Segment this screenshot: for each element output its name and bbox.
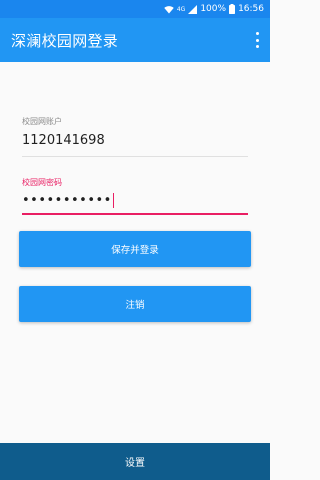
settings-bar[interactable]: 设置	[0, 443, 270, 480]
save-and-login-button[interactable]: 保存并登录	[19, 231, 251, 267]
wifi-icon	[164, 5, 174, 14]
more-vert-icon[interactable]	[256, 32, 260, 48]
signal-icon	[188, 4, 198, 14]
account-input[interactable]: 1120141698	[22, 133, 248, 148]
settings-label[interactable]: 设置	[125, 454, 145, 469]
battery-percent: 100%	[200, 4, 227, 14]
account-underline	[22, 156, 248, 157]
app-title: 深澜校园网登录	[11, 31, 119, 50]
password-masked-value: •••••••••••	[22, 193, 112, 208]
password-field[interactable]: 校园网密码 •••••••••••	[22, 177, 248, 215]
password-input[interactable]: •••••••••••	[22, 193, 248, 208]
network-type-label: 4G	[176, 5, 186, 13]
account-field[interactable]: 校园网账户 1120141698	[22, 116, 248, 157]
password-label: 校园网密码	[22, 178, 62, 187]
logout-button[interactable]: 注销	[19, 286, 251, 322]
battery-icon	[229, 4, 236, 14]
clock: 16:56	[238, 4, 264, 14]
password-underline	[22, 213, 248, 215]
text-cursor	[112, 193, 115, 208]
app-bar: 深澜校园网登录	[0, 18, 270, 62]
account-label: 校园网账户	[22, 117, 62, 126]
status-bar: 4G 100% 16:56	[0, 0, 270, 18]
